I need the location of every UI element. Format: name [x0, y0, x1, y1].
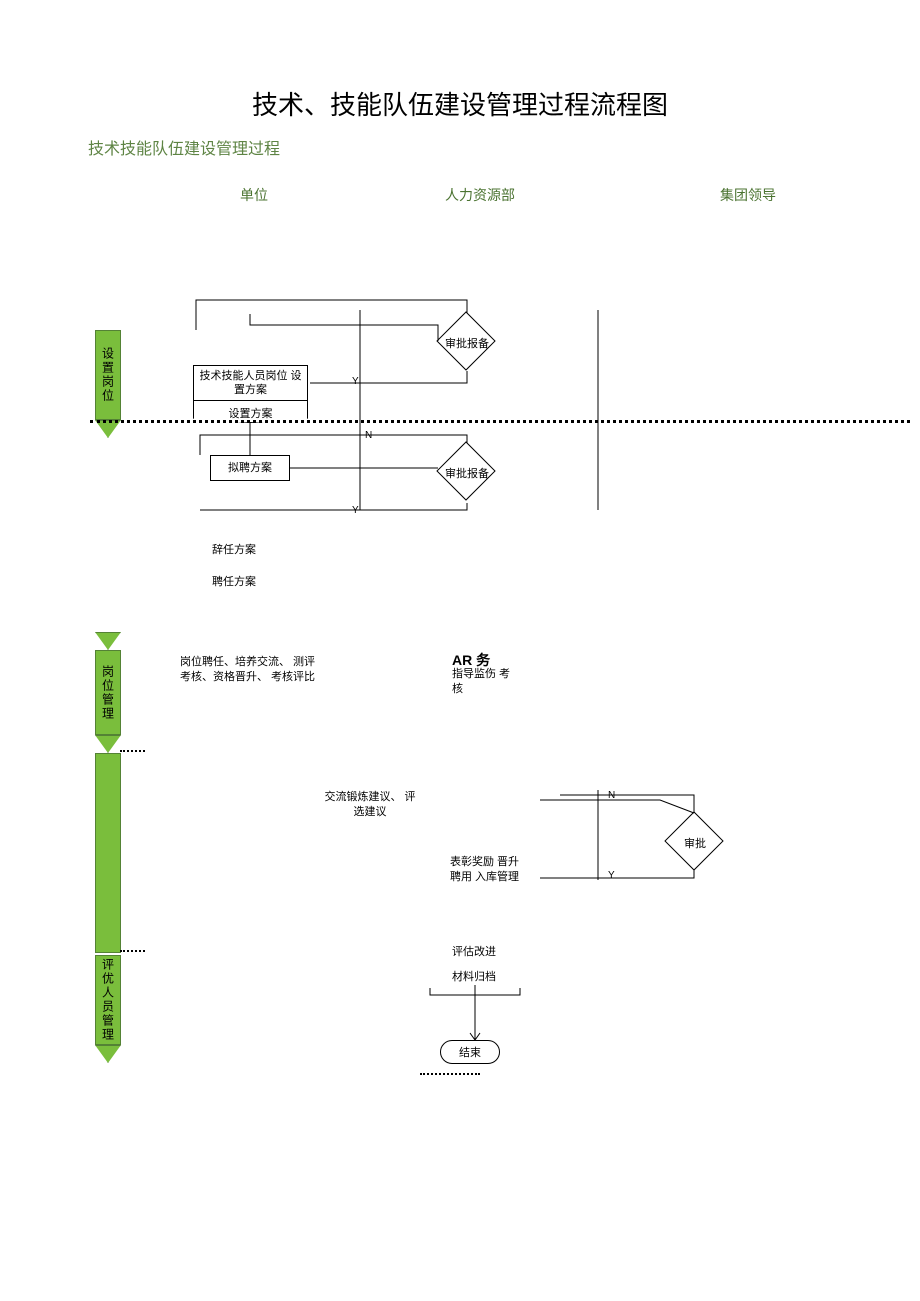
approve-filing-label: 审批报备	[432, 335, 502, 351]
divider-tick	[420, 1073, 480, 1075]
swimlane-manage: 岗位管理	[95, 650, 121, 735]
suggestion-text: 交流锻炼建议、 评选建议	[320, 790, 420, 821]
yes-label: Y	[352, 376, 359, 387]
ar-desc-text: 指导监伤 考核	[452, 667, 512, 698]
swimlane-chevron-icon	[95, 632, 121, 650]
divider-tick	[120, 750, 145, 752]
column-header-hr: 人力资源部	[445, 185, 515, 205]
divider-tick	[120, 950, 145, 952]
no-label: N	[608, 790, 615, 801]
page-title: 技术、技能队伍建设管理过程流程图	[0, 85, 920, 122]
subtitle: 技术技能队伍建设管理过程	[88, 135, 280, 159]
dismiss-plan-text: 辞任方案	[212, 543, 256, 558]
phase-divider	[90, 420, 910, 423]
position-plan-box: 技术技能人员岗位 设置方案	[193, 365, 308, 401]
swimlane-chevron-icon	[95, 735, 121, 753]
archive-text: 材料归档	[452, 970, 496, 985]
approve-filing2-label: 审批报备	[432, 465, 502, 481]
end-terminator: 结束	[440, 1040, 500, 1064]
recruit-plan-box: 拟聘方案	[210, 455, 290, 481]
yes-label: Y	[352, 505, 359, 516]
yes-label: Y	[608, 870, 615, 881]
column-header-unit: 单位	[240, 185, 268, 205]
no-label: N	[365, 430, 372, 441]
reward-text: 表彰奖励 晋升聘用 入库管理	[450, 855, 520, 886]
swimlane-eval: 评优人员管理	[95, 955, 121, 1045]
approve-label: 审批	[660, 835, 730, 851]
management-tasks-text: 岗位聘任、培养交流、 测评考核、资格晋升、 考核评比	[180, 655, 320, 686]
swimlane-setup: 设置岗位	[95, 330, 121, 420]
hire-plan-text: 聘任方案	[212, 575, 256, 590]
column-header-leader: 集团领导	[720, 185, 776, 205]
swimlane-chevron-icon	[95, 1045, 121, 1063]
swimlane-band	[95, 753, 121, 953]
eval-text: 评估改进	[452, 945, 496, 960]
plan-document: 设置方案	[193, 401, 308, 423]
